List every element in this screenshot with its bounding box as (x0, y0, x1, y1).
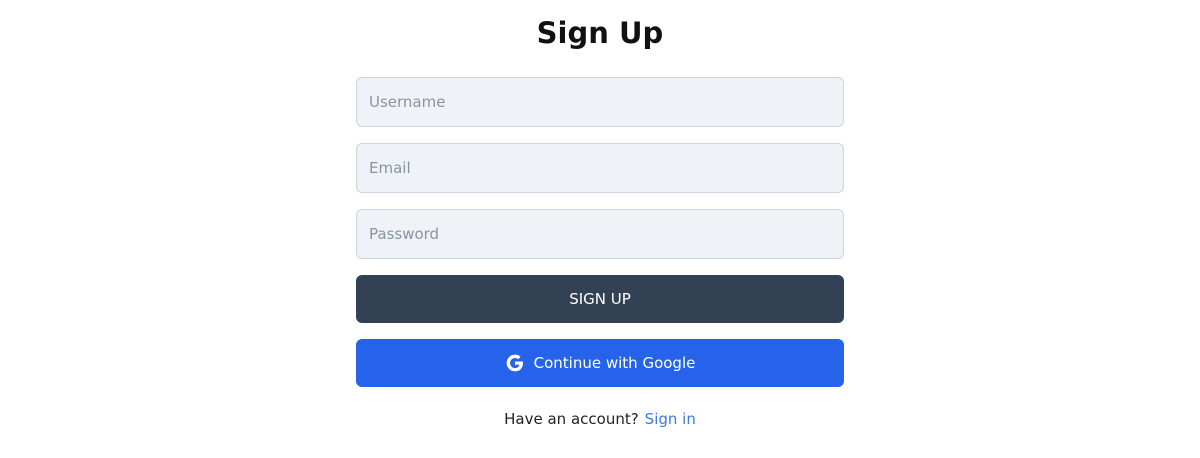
username-input[interactable] (356, 77, 844, 127)
password-input[interactable] (356, 209, 844, 259)
signup-button-label: SIGN UP (569, 290, 631, 308)
signin-prompt: Have an account? Sign in (0, 408, 1200, 430)
google-icon (505, 353, 525, 373)
google-button-label: Continue with Google (533, 354, 696, 372)
have-account-text: Have an account? (504, 410, 639, 428)
signup-button[interactable]: SIGN UP (356, 275, 844, 323)
email-input[interactable] (356, 143, 844, 193)
signup-page: Sign Up SIGN UP Continue with Google Hav… (0, 0, 1200, 458)
page-title: Sign Up (536, 16, 664, 50)
signup-form: SIGN UP Continue with Google (356, 77, 844, 387)
google-signin-button[interactable]: Continue with Google (356, 339, 844, 387)
signin-link[interactable]: Sign in (645, 410, 696, 428)
